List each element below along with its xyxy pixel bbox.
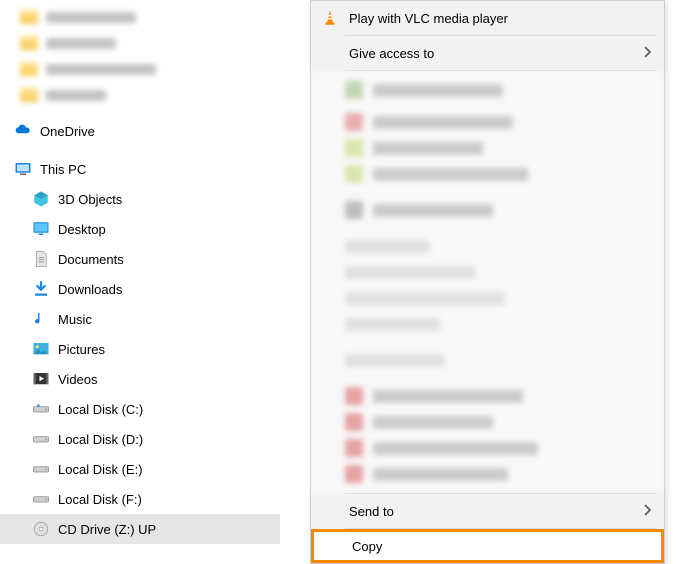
menu-give-access-to[interactable]: Give access to xyxy=(311,36,664,70)
documents-icon xyxy=(32,250,50,268)
context-menu: Play with VLC media player Give access t… xyxy=(310,0,665,564)
tree-3d-objects[interactable]: 3D Objects xyxy=(0,184,280,214)
tree-local-disk-e[interactable]: Local Disk (E:) xyxy=(0,454,280,484)
blurred-quick-access xyxy=(0,4,280,108)
submenu-arrow-icon xyxy=(642,46,652,61)
desktop-icon xyxy=(32,220,50,238)
tree-label: OneDrive xyxy=(40,124,95,139)
3d-objects-icon xyxy=(32,190,50,208)
tree-label: Documents xyxy=(58,252,124,267)
tree-local-disk-c[interactable]: Local Disk (C:) xyxy=(0,394,280,424)
submenu-arrow-icon xyxy=(642,504,652,519)
blurred-menu-area xyxy=(311,71,664,493)
tree-label: Music xyxy=(58,312,92,327)
tree-music[interactable]: Music xyxy=(0,304,280,334)
tree-label: Pictures xyxy=(58,342,105,357)
menu-play-vlc[interactable]: Play with VLC media player xyxy=(311,1,664,35)
tree-downloads[interactable]: Downloads xyxy=(0,274,280,304)
tree-label: Videos xyxy=(58,372,98,387)
menu-label: Give access to xyxy=(349,46,434,61)
drive-icon xyxy=(32,430,50,448)
tree-desktop[interactable]: Desktop xyxy=(0,214,280,244)
vlc-icon xyxy=(320,8,340,28)
navigation-tree: OneDrive This PC 3D Objects Desktop Docu… xyxy=(0,0,280,534)
tree-label: Downloads xyxy=(58,282,122,297)
drive-icon xyxy=(32,490,50,508)
tree-label: Local Disk (D:) xyxy=(58,432,143,447)
tree-label: Desktop xyxy=(58,222,106,237)
drive-icon xyxy=(32,460,50,478)
pictures-icon xyxy=(32,340,50,358)
tree-label: Local Disk (C:) xyxy=(58,402,143,417)
tree-pictures[interactable]: Pictures xyxy=(0,334,280,364)
onedrive-icon xyxy=(14,122,32,140)
tree-local-disk-d[interactable]: Local Disk (D:) xyxy=(0,424,280,454)
tree-documents[interactable]: Documents xyxy=(0,244,280,274)
menu-copy[interactable]: Copy xyxy=(311,529,664,563)
tree-cd-drive-z[interactable]: CD Drive (Z:) UP xyxy=(0,514,280,544)
tree-label: Local Disk (F:) xyxy=(58,492,142,507)
tree-onedrive[interactable]: OneDrive xyxy=(0,116,280,146)
tree-label: CD Drive (Z:) UP xyxy=(58,522,156,537)
menu-label: Copy xyxy=(352,539,382,554)
this-pc-icon xyxy=(14,160,32,178)
menu-label: Send to xyxy=(349,504,394,519)
videos-icon xyxy=(32,370,50,388)
tree-local-disk-f[interactable]: Local Disk (F:) xyxy=(0,484,280,514)
tree-label: This PC xyxy=(40,162,86,177)
music-icon xyxy=(32,310,50,328)
menu-label: Play with VLC media player xyxy=(349,11,508,26)
downloads-icon xyxy=(32,280,50,298)
tree-this-pc[interactable]: This PC xyxy=(0,154,280,184)
tree-videos[interactable]: Videos xyxy=(0,364,280,394)
drive-icon xyxy=(32,400,50,418)
tree-label: 3D Objects xyxy=(58,192,122,207)
tree-label: Local Disk (E:) xyxy=(58,462,143,477)
cd-drive-icon xyxy=(32,520,50,538)
menu-send-to[interactable]: Send to xyxy=(311,494,664,528)
